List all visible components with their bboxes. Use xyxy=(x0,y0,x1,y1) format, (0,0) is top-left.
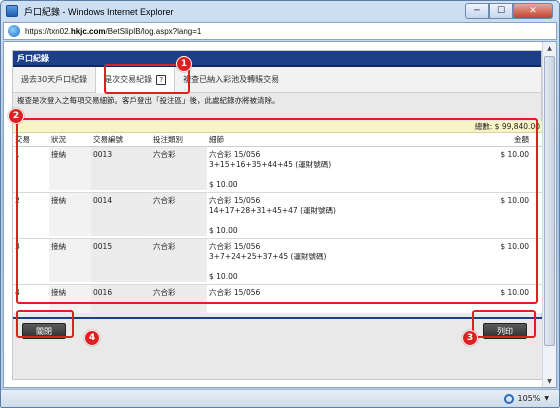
scroll-up-arrow-icon[interactable]: ▲ xyxy=(543,42,556,54)
scroll-thumb[interactable] xyxy=(544,56,555,346)
ie-page-icon xyxy=(8,25,20,37)
status-bar: 105% ▼ xyxy=(1,389,559,407)
annotation-badge-2: 2 xyxy=(8,108,24,124)
tab-review-transfers-label: 複查已納入彩池及轉賬交易 xyxy=(183,75,280,84)
url-domain: hkjc.com xyxy=(70,26,106,36)
zoom-dropdown-icon[interactable]: ▼ xyxy=(544,395,549,402)
title-bar: 戶口紀錄 - Windows Internet Explorer ─ ☐ ✕ xyxy=(1,1,559,21)
annotation-box-2 xyxy=(16,118,538,304)
minimize-button[interactable]: ─ xyxy=(465,3,489,19)
panel-header: 戶口紀錄 xyxy=(13,51,541,67)
annotation-badge-1: 1 xyxy=(176,56,192,72)
annotation-box-3 xyxy=(472,310,536,338)
window-controls: ─ ☐ ✕ xyxy=(465,3,553,19)
zoom-level[interactable]: 105% xyxy=(518,394,541,403)
address-bar[interactable]: https://txn02.hkjc.com/BetSlipIB/log.asp… xyxy=(3,22,557,40)
window-title: 戶口紀錄 - Windows Internet Explorer xyxy=(24,6,174,17)
url-prefix: https://txn02. xyxy=(25,26,71,36)
tab-past-30-days-label: 過去30天戶口紀錄 xyxy=(21,75,88,84)
notice-text: 複查是次登入之每項交易細節。客戶登出「投注區」後，此處紀錄亦將被清除。 xyxy=(13,93,541,107)
tab-review-transfers[interactable]: 複查已納入彩池及轉賬交易 xyxy=(175,67,287,93)
scroll-down-arrow-icon[interactable]: ▼ xyxy=(543,375,556,387)
annotation-box-4 xyxy=(16,310,74,338)
url-text[interactable]: https://txn02.hkjc.com/BetSlipIB/log.asp… xyxy=(25,27,201,36)
close-window-button[interactable]: ✕ xyxy=(513,3,553,19)
annotation-badge-3: 3 xyxy=(462,330,478,346)
button-area: 關閉 列印 xyxy=(13,319,543,379)
tab-past-30-days[interactable]: 過去30天戶口紀錄 xyxy=(13,67,95,93)
annotation-badge-4: 4 xyxy=(84,330,100,346)
zoom-icon[interactable] xyxy=(503,393,514,404)
app-icon xyxy=(6,5,18,17)
vertical-scrollbar[interactable]: ▲ ▼ xyxy=(542,42,556,387)
maximize-button[interactable]: ☐ xyxy=(489,3,513,19)
url-path: /BetSlipIB/log.aspx?lang=1 xyxy=(105,26,202,36)
tab-bar: 過去30天戶口紀錄 是次交易紀錄 ? 複查已納入彩池及轉賬交易 xyxy=(13,66,541,93)
